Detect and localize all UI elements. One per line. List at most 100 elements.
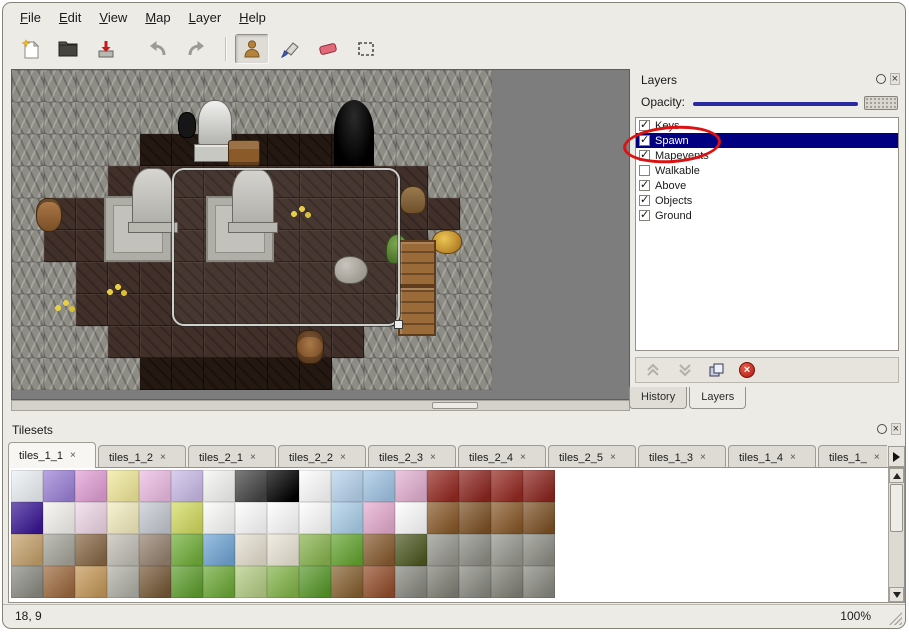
map-tile-stone-wall[interactable] bbox=[364, 358, 396, 390]
tileset-tile[interactable] bbox=[43, 534, 75, 566]
resize-grip[interactable] bbox=[889, 612, 902, 625]
tileset-tile[interactable] bbox=[171, 502, 203, 534]
layer-row-mapevents[interactable]: ✓Mapevents bbox=[636, 148, 898, 163]
map-tile-stone-wall[interactable] bbox=[460, 166, 492, 198]
tileset-tile[interactable] bbox=[235, 502, 267, 534]
float-panel-icon[interactable] bbox=[876, 74, 886, 84]
tileset-tile[interactable] bbox=[43, 502, 75, 534]
map-tile-floor[interactable] bbox=[140, 262, 172, 294]
layer-row-ground[interactable]: ✓Ground bbox=[636, 208, 898, 223]
map-tile-floor[interactable] bbox=[140, 198, 172, 230]
tileset-tab-tiles_1_4[interactable]: tiles_1_4× bbox=[728, 445, 816, 468]
map-tile-stone-wall[interactable] bbox=[428, 262, 460, 294]
map-tile-stone-wall[interactable] bbox=[460, 294, 492, 326]
tileset-tile[interactable] bbox=[139, 566, 171, 598]
map-tile-stone-wall[interactable] bbox=[428, 358, 460, 390]
map-tile-floor[interactable] bbox=[76, 230, 108, 262]
map-tile-stone-wall[interactable] bbox=[12, 166, 44, 198]
layer-checkbox-keys[interactable]: ✓ bbox=[639, 120, 650, 131]
map-tile-stone-wall[interactable] bbox=[12, 294, 44, 326]
tileset-tile[interactable] bbox=[459, 470, 491, 502]
map-tile-floor[interactable] bbox=[76, 198, 108, 230]
map-tile-floor[interactable] bbox=[140, 326, 172, 358]
selection-resize-handle[interactable] bbox=[394, 320, 403, 329]
tileset-tile[interactable] bbox=[299, 566, 331, 598]
map-tile-dark-floor[interactable] bbox=[204, 358, 236, 390]
map-tile-stone-wall[interactable] bbox=[172, 102, 204, 134]
map-tile-stone-wall[interactable] bbox=[332, 70, 364, 102]
tileset-tab-tiles_1_3[interactable]: tiles_1_3× bbox=[638, 445, 726, 468]
layer-row-objects[interactable]: ✓Objects bbox=[636, 193, 898, 208]
map-tile-floor[interactable] bbox=[108, 166, 140, 198]
map-tile-stone-wall[interactable] bbox=[428, 230, 460, 262]
map-tile-floor[interactable] bbox=[428, 198, 460, 230]
tileset-tile[interactable] bbox=[427, 566, 459, 598]
map-tile-stone-wall[interactable] bbox=[460, 262, 492, 294]
map-tile-stone-wall[interactable] bbox=[236, 70, 268, 102]
map-tile-floor[interactable] bbox=[396, 230, 428, 262]
map-tile-stone-wall[interactable] bbox=[140, 70, 172, 102]
map-tile-floor[interactable] bbox=[108, 326, 140, 358]
map-tile-stone-wall[interactable] bbox=[460, 102, 492, 134]
tileset-tile[interactable] bbox=[203, 502, 235, 534]
tileset-tab-tiles_1_[interactable]: tiles_1_× bbox=[818, 445, 887, 468]
map-tile-stone-wall[interactable] bbox=[76, 70, 108, 102]
map-tile-stone-wall[interactable] bbox=[44, 262, 76, 294]
tileset-tile[interactable] bbox=[43, 566, 75, 598]
tileset-tile[interactable] bbox=[395, 502, 427, 534]
tileset-tile[interactable] bbox=[459, 534, 491, 566]
map-tile-floor[interactable] bbox=[396, 262, 428, 294]
map-tile-stone-wall[interactable] bbox=[12, 198, 44, 230]
map-tile-stone-wall[interactable] bbox=[12, 262, 44, 294]
map-tile-floor[interactable] bbox=[44, 230, 76, 262]
map-tile-dark-floor[interactable] bbox=[300, 358, 332, 390]
tileset-tile[interactable] bbox=[107, 534, 139, 566]
map-tile-stone-wall[interactable] bbox=[12, 102, 44, 134]
tileset-tile[interactable] bbox=[75, 470, 107, 502]
layer-row-above[interactable]: ✓Above bbox=[636, 178, 898, 193]
tileset-tile[interactable] bbox=[75, 534, 107, 566]
close-panel-icon[interactable]: × bbox=[891, 423, 901, 435]
tab-scroll-right-button[interactable] bbox=[888, 446, 905, 467]
map-tile-floor[interactable] bbox=[140, 166, 172, 198]
map-tile-floor[interactable] bbox=[108, 198, 140, 230]
tileset-tile[interactable] bbox=[203, 566, 235, 598]
tileset-tab-tiles_1_2[interactable]: tiles_1_2× bbox=[98, 445, 186, 468]
map-tile-stone-wall[interactable] bbox=[12, 326, 44, 358]
tileset-tile[interactable] bbox=[171, 470, 203, 502]
stamp-tool-button[interactable] bbox=[235, 34, 269, 64]
canvas-hscrollbar[interactable] bbox=[11, 400, 630, 411]
layer-row-walkable[interactable]: Walkable bbox=[636, 163, 898, 178]
tileset-tab-tiles_2_1[interactable]: tiles_2_1× bbox=[188, 445, 276, 468]
map-tile-stone-wall[interactable] bbox=[268, 70, 300, 102]
map-tile-stone-wall[interactable] bbox=[204, 102, 236, 134]
duplicate-layer-button[interactable] bbox=[708, 362, 725, 379]
map-tile-stone-wall[interactable] bbox=[428, 294, 460, 326]
tileset-tile[interactable] bbox=[459, 566, 491, 598]
tileset-tile[interactable] bbox=[11, 566, 43, 598]
map-tile-stone-wall[interactable] bbox=[12, 134, 44, 166]
map-tile-floor[interactable] bbox=[396, 198, 428, 230]
tileset-tile[interactable] bbox=[491, 470, 523, 502]
map-tile-dark-floor[interactable] bbox=[204, 134, 236, 166]
map-tile-stone-wall[interactable] bbox=[428, 134, 460, 166]
map-selection[interactable] bbox=[172, 168, 400, 326]
map-tile-stone-wall[interactable] bbox=[428, 326, 460, 358]
tileset-tile[interactable] bbox=[267, 534, 299, 566]
tileset-tile[interactable] bbox=[331, 566, 363, 598]
map-tile-stone-wall[interactable] bbox=[300, 70, 332, 102]
map-tile-stone-wall[interactable] bbox=[12, 230, 44, 262]
map-tile-floor[interactable] bbox=[332, 326, 364, 358]
move-layer-up-button[interactable] bbox=[644, 362, 662, 378]
map-tile-stone-wall[interactable] bbox=[44, 70, 76, 102]
redo-button[interactable] bbox=[179, 34, 213, 64]
move-layer-down-button[interactable] bbox=[676, 362, 694, 378]
tileset-tab-tiles_2_4[interactable]: tiles_2_4× bbox=[458, 445, 546, 468]
tileset-tile[interactable] bbox=[107, 470, 139, 502]
map-tile-dark-floor[interactable] bbox=[332, 134, 364, 166]
map-tile-dark-floor[interactable] bbox=[140, 358, 172, 390]
map-tile-stone-wall[interactable] bbox=[44, 294, 76, 326]
tileset-tile[interactable] bbox=[11, 502, 43, 534]
map-tile-stone-wall[interactable] bbox=[332, 102, 364, 134]
tileset-tile[interactable] bbox=[523, 566, 555, 598]
